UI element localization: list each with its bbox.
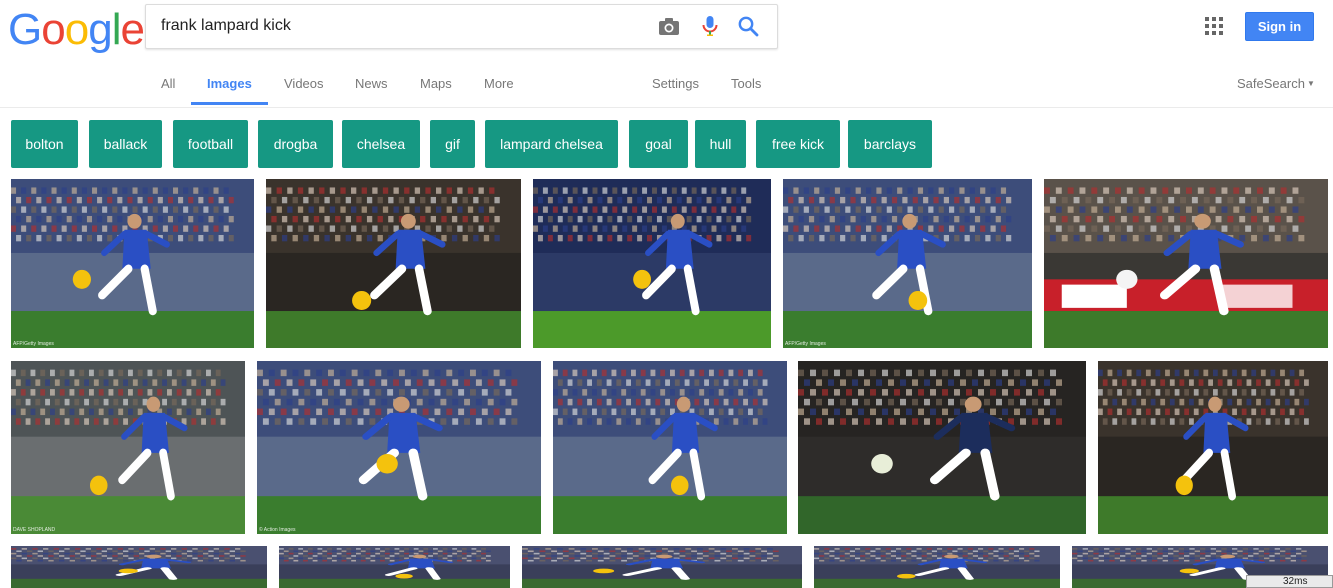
tab-images[interactable]: Images [207, 76, 252, 91]
related-search-chip-football[interactable]: football [173, 120, 248, 168]
active-tab-indicator [191, 102, 268, 105]
tab-videos[interactable]: Videos [284, 76, 324, 91]
image-result-thumbnail[interactable] [533, 179, 771, 348]
logo-letter: l [111, 5, 122, 54]
image-result-thumbnail[interactable] [279, 546, 510, 588]
image-result-thumbnail[interactable]: AFP/Getty Images [11, 179, 254, 348]
apps-grid-icon[interactable] [1205, 17, 1225, 37]
search-tabs: All Images Videos News Maps More Setting… [0, 60, 1333, 107]
safesearch-dropdown[interactable]: SafeSearch ▼ [1237, 76, 1315, 91]
search-input[interactable]: frank lampard kick [161, 17, 291, 35]
tab-more[interactable]: More [484, 76, 514, 91]
header-bar: Google frank lampard kick Sign in All Im… [0, 0, 1333, 108]
safesearch-label: SafeSearch [1237, 76, 1305, 91]
tab-settings[interactable]: Settings [652, 76, 699, 91]
related-search-chip-hull[interactable]: hull [695, 120, 746, 168]
image-result-thumbnail[interactable]: AFP/Getty Images [783, 179, 1032, 348]
related-search-chip-lampard-chelsea[interactable]: lampard chelsea [485, 120, 618, 168]
search-box[interactable]: frank lampard kick [145, 4, 778, 49]
tab-maps[interactable]: Maps [420, 76, 452, 91]
sign-in-button[interactable]: Sign in [1245, 12, 1314, 41]
image-result-thumbnail[interactable] [798, 361, 1086, 534]
logo-letter: o [64, 5, 90, 54]
image-watermark: AFP/Getty Images [785, 341, 826, 347]
image-result-thumbnail[interactable] [11, 546, 267, 588]
camera-icon[interactable] [657, 14, 681, 38]
search-icon[interactable] [736, 14, 760, 38]
tab-all[interactable]: All [161, 76, 175, 91]
image-watermark: AFP/Getty Images [13, 341, 54, 347]
image-result-thumbnail[interactable] [553, 361, 787, 534]
perf-overlay: 32ms [1246, 575, 1333, 588]
tab-news[interactable]: News [355, 76, 388, 91]
related-search-chip-goal[interactable]: goal [629, 120, 688, 168]
related-search-chip-chelsea[interactable]: chelsea [342, 120, 420, 168]
related-search-chip-ballack[interactable]: ballack [89, 120, 162, 168]
image-result-thumbnail[interactable] [266, 179, 521, 348]
caret-down-icon: ▼ [1306, 79, 1315, 88]
logo-letter: o [41, 5, 66, 54]
image-watermark: DAVE SHOPLAND [13, 527, 56, 533]
related-search-chip-bolton[interactable]: bolton [11, 120, 78, 168]
related-search-chip-free-kick[interactable]: free kick [756, 120, 840, 168]
image-result-thumbnail[interactable]: © Action Images [257, 361, 541, 534]
related-search-chip-gif[interactable]: gif [430, 120, 475, 168]
related-search-chip-drogba[interactable]: drogba [258, 120, 333, 168]
logo-letter: G [8, 5, 42, 54]
logo-letter: e [120, 5, 145, 54]
tab-tools[interactable]: Tools [731, 76, 761, 91]
image-watermark: © Action Images [259, 527, 296, 533]
image-result-thumbnail[interactable] [1044, 179, 1328, 348]
logo-letter: g [88, 5, 113, 54]
related-search-chip-barclays[interactable]: barclays [848, 120, 932, 168]
microphone-icon[interactable] [698, 14, 722, 38]
image-result-thumbnail[interactable] [1098, 361, 1328, 534]
image-result-thumbnail[interactable] [522, 546, 802, 588]
image-result-thumbnail[interactable] [814, 546, 1060, 588]
image-result-thumbnail[interactable]: DAVE SHOPLAND [11, 361, 245, 534]
google-logo[interactable]: Google [8, 5, 145, 55]
